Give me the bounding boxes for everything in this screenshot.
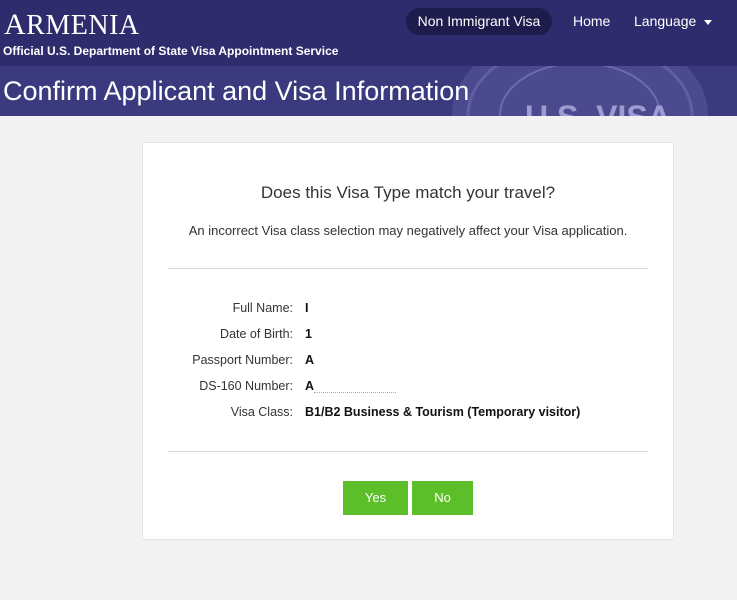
nav-non-immigrant-visa[interactable]: Non Immigrant Visa bbox=[406, 8, 552, 35]
site-subtitle: Official U.S. Department of State Visa A… bbox=[3, 44, 339, 58]
dialog-question: Does this Visa Type match your travel? bbox=[260, 183, 556, 202]
ds160-value: A bbox=[305, 376, 397, 396]
dob-label: Date of Birth: bbox=[220, 327, 293, 341]
full-name-label: Full Name: bbox=[232, 301, 293, 315]
dialog-warning: An incorrect Visa class selection may ne… bbox=[188, 223, 628, 238]
ds160-label: DS-160 Number: bbox=[199, 379, 293, 393]
language-dropdown[interactable]: Language bbox=[634, 13, 713, 29]
visa-seal-watermark: U.S. VISA bbox=[452, 66, 708, 116]
language-label: Language bbox=[634, 13, 697, 29]
visa-class-label: Visa Class: bbox=[230, 405, 293, 419]
country-initial: A bbox=[4, 8, 27, 41]
no-button[interactable]: No bbox=[412, 481, 473, 515]
divider-bottom bbox=[168, 451, 648, 452]
yes-button[interactable]: Yes bbox=[343, 481, 408, 515]
confirm-dialog: Does this Visa Type match your travel? A… bbox=[142, 142, 674, 540]
country-title: ARMENIA bbox=[4, 8, 140, 43]
redacted-mark bbox=[314, 381, 397, 393]
passport-value: A bbox=[305, 353, 315, 367]
page-title: Confirm Applicant and Visa Information bbox=[3, 76, 470, 106]
country-rest: RMENIA bbox=[26, 10, 140, 41]
divider-top bbox=[168, 268, 648, 269]
caret-down-icon bbox=[704, 19, 713, 25]
page-banner: U.S. VISA Confirm Applicant and Visa Inf… bbox=[0, 66, 737, 116]
full-name-value: I bbox=[305, 301, 309, 315]
visa-class-value: B1/B2 Business & Tourism (Temporary visi… bbox=[305, 405, 581, 419]
dob-value: 1 bbox=[305, 327, 312, 341]
seal-text: U.S. VISA bbox=[525, 99, 671, 116]
top-header: ARMENIA Official U.S. Department of Stat… bbox=[0, 0, 737, 66]
nav-home-link[interactable]: Home bbox=[573, 13, 610, 29]
passport-label: Passport Number: bbox=[192, 353, 293, 367]
